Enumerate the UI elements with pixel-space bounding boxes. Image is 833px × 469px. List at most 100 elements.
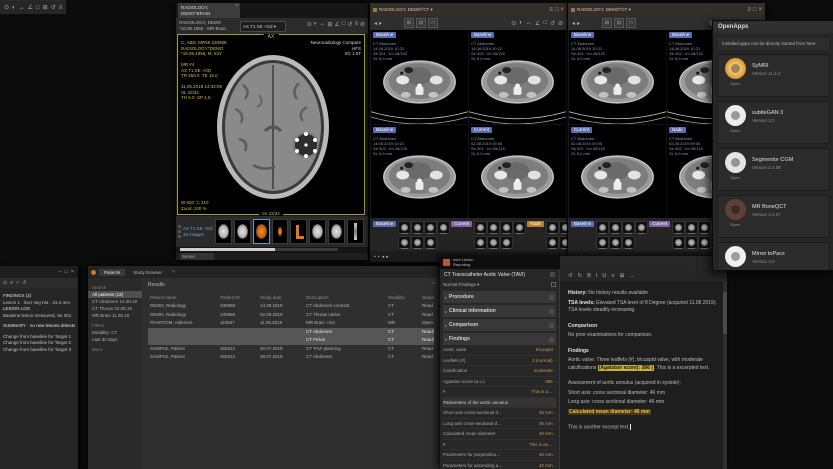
timepoint-group[interactable]: Baseline [571,221,646,249]
browser-tab[interactable]: Study browser [128,269,167,276]
table-row[interactable]: CT PelvisCTReading [148,336,434,345]
sidebar-item[interactable]: All patients (12) [88,291,142,298]
compare-viewport[interactable]: Baseline CT Abdomen14.08.2019 10:21 Se 3… [469,30,566,124]
menu-icon[interactable]: ≡ [549,7,553,13]
minimize-icon[interactable]: − [58,269,61,275]
thumbnail[interactable] [328,219,345,244]
clear-icon[interactable]: ⊘ [360,21,365,28]
report-field-row[interactable]: # This is a… › [443,387,556,398]
page-next-icon[interactable]: ▸ [386,254,389,260]
report-field-row[interactable]: Parameters for perpendicu… 46 mm › [443,450,556,461]
report-title-bar[interactable]: mint Lesion Reporting [440,256,560,269]
thumbnail[interactable] [546,236,559,249]
column-header[interactable]: Description [306,294,384,302]
table-icon[interactable]: ⊞ [620,273,625,279]
menu-icon[interactable]: ≡ [354,21,358,28]
thumbnail[interactable] [474,236,487,249]
thumbnail[interactable] [500,236,513,249]
report-field-row[interactable]: Parameters of the aortic annulus › [443,398,556,409]
layout-rows-icon[interactable]: ⊟ [614,18,624,28]
window-level-icon[interactable]: ◐ [314,21,318,28]
timepoint-group[interactable]: Baseline [373,221,448,249]
indent-icon[interactable]: → [629,273,635,279]
report-field-row[interactable]: Agatston score (a.u.) 386 › [443,377,556,388]
reset-icon[interactable]: ↺ [347,21,352,28]
compare-viewport[interactable]: Current CT Abdomen02.08.2019 09:05 Se 40… [569,125,666,219]
list-icon[interactable]: ≡ [10,280,13,286]
app-card[interactable]: Open SyMRI Version 11.2.2 [717,54,830,97]
layout-2x2-icon[interactable]: ⊞ [404,18,414,28]
thumbnail[interactable] [635,221,648,234]
angle-icon[interactable]: ∠ [28,4,33,11]
section-toggle-icon[interactable] [549,337,554,342]
close-icon[interactable]: × [71,269,74,275]
thumbnail[interactable] [685,236,698,249]
timepoint-chip[interactable]: Baseline [373,127,396,133]
timepoint-group[interactable]: Nadir [527,221,567,249]
close-icon[interactable]: × [172,269,175,275]
thumbnail[interactable] [424,221,437,234]
menu-icon[interactable]: ≡ [747,7,751,13]
series-tab[interactable]: Series [180,253,214,260]
thumbnail[interactable] [622,236,635,249]
section-toggle-icon[interactable] [549,323,554,328]
thumbnail[interactable] [672,221,685,234]
table-row[interactable]: CT AbdomenCTReading [148,328,434,337]
timepoint-chip[interactable]: Nadir [669,127,686,133]
sidebar-item[interactable]: More [88,346,142,353]
report-section-header[interactable]: ▸ Comparison [443,319,556,331]
angle-icon[interactable]: ∠ [334,21,339,28]
column-header[interactable]: Patient ID [220,294,256,302]
thumbnail[interactable] [290,219,307,244]
thumbnail[interactable] [698,221,711,234]
thumbnail[interactable] [559,236,567,249]
maximize-icon[interactable]: □ [64,269,67,275]
thumbnail[interactable] [500,221,513,234]
compare-viewport[interactable]: Baseline CT Abdomen14.08.2019 10:21 Se 4… [569,30,666,124]
table-row[interactable]: PHANTOM, Alderson11066711.05.2019 MR Bra… [148,319,434,328]
table-row[interactable]: DEMO, Radiology23098814.08.2019 CT Abdom… [148,302,434,311]
layout-rows-icon[interactable]: ⊟ [416,18,426,28]
timepoint-chip[interactable]: Baseline [669,32,692,38]
timepoint-chip[interactable]: Baseline [571,32,594,38]
layout-2x2-icon[interactable]: ⊞ [602,18,612,28]
zoom-icon[interactable]: ⊙ [511,20,516,27]
report-field-row[interactable]: Calculated mean diameter 46 mm › [443,429,556,440]
sidebar-item[interactable]: CT Thorax 02.08.19 [88,305,142,312]
prev-icon[interactable]: ◂ [374,20,377,27]
clear-icon[interactable]: ⊘ [558,20,563,27]
menu-icon[interactable]: ≡ [59,5,63,11]
angle-icon[interactable]: ∠ [535,20,540,27]
thumbnail[interactable] [698,236,711,249]
report-section-header[interactable]: ▸ Procedure [443,291,556,303]
italic-icon[interactable]: I [596,273,598,279]
timepoint-chip[interactable]: Baseline [571,221,594,227]
zoom-icon[interactable]: ⊙ [4,4,9,11]
report-field-row[interactable]: Calcification moderate › [443,366,556,377]
timepoint-chip[interactable]: Current [451,221,472,227]
checkbox-icon[interactable] [551,282,556,287]
patient-tab[interactable]: RADIOLOGY, DEMO^BRAIN × [178,3,240,18]
thumbnail-scrollbar[interactable] [180,248,338,251]
table-row[interactable]: DEMO, Radiology23098802.08.2019 CT Thora… [148,311,434,320]
thumbnail[interactable] [347,219,364,244]
thumbnail[interactable] [685,221,698,234]
report-section-header[interactable]: ▸ Clinical information [443,305,556,317]
close-icon[interactable]: × [560,7,564,13]
thumbnail[interactable] [411,236,424,249]
status-dot-icon[interactable]: ▪ [378,254,380,260]
bold-icon[interactable]: B [587,273,591,279]
timepoint-chip[interactable]: Baseline [373,32,396,38]
column-header[interactable]: Modality [388,294,418,302]
table-row[interactable]: SAMPLE, Patient45031230.07.2019 CT TAVI … [148,345,434,354]
timepoint-chip[interactable]: Current [649,221,670,227]
search-icon[interactable]: ⊙ [3,280,7,286]
sidebar-item[interactable]: Filters [88,322,142,329]
thumbnail[interactable] [609,236,622,249]
layout-1x1-icon[interactable]: □ [626,18,636,28]
open-button[interactable]: Open [718,175,752,180]
pan-icon[interactable]: ↔ [319,21,325,28]
report-field-row[interactable]: Aortic valve tricuspid › [443,345,556,356]
app-card[interactable]: Open Mirror toPacs Version 3.2 [717,242,830,272]
app-card[interactable]: Open Segmentor CGM Version 2.4.08 [717,148,830,191]
